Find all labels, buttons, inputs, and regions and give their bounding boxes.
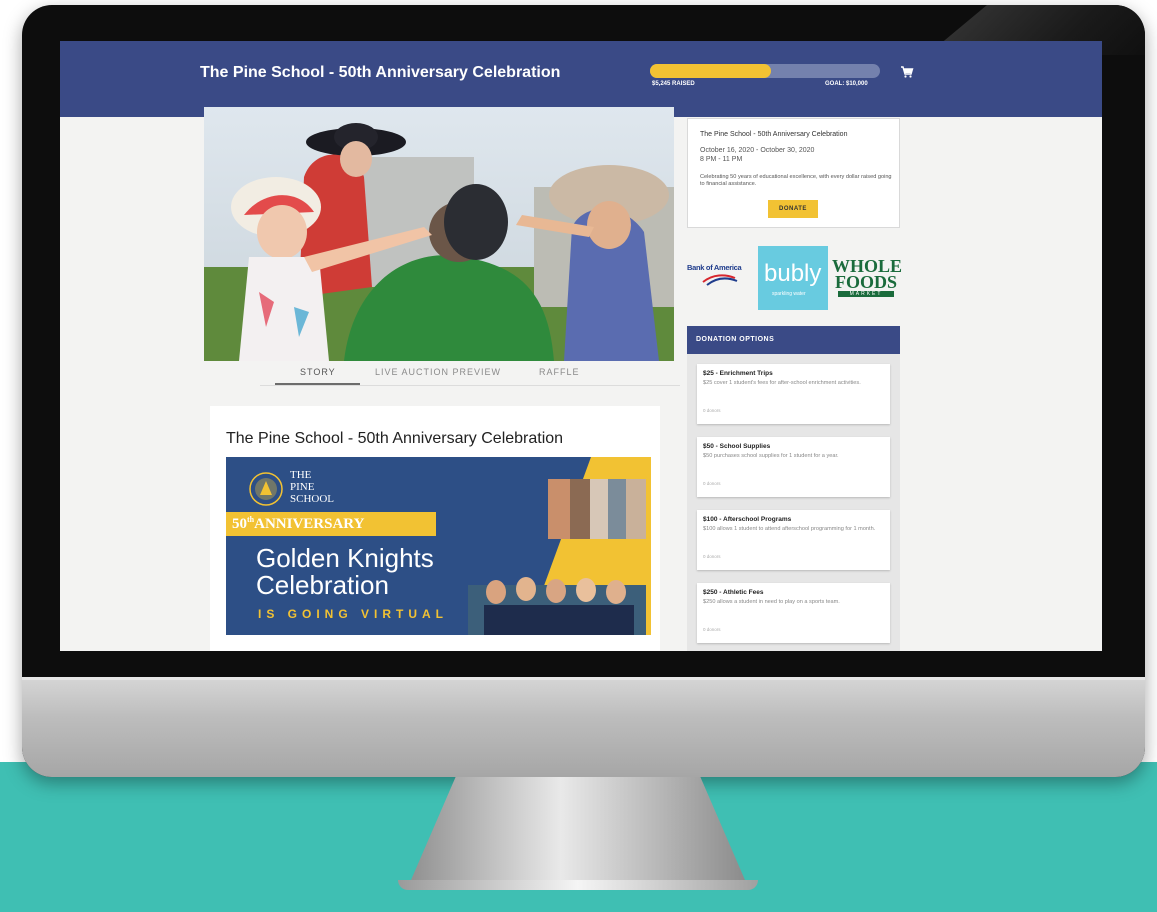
bank-of-america-flag-icon [702,274,738,286]
fundraising-progress-fill [650,64,771,78]
tabs-divider [260,385,680,386]
bank-of-america-logo[interactable]: Bank of America [687,263,755,293]
hero-photo [204,107,674,361]
donation-option-title: $50 - School Supplies [703,443,771,450]
sponsor-logos: Bank of America bubly sparkling water WH… [687,246,902,310]
event-time: 8 PM - 11 PM [700,156,743,163]
monitor-stand-base [398,880,758,890]
bubly-wordmark: bubly [764,260,822,287]
site-title[interactable]: The Pine School - 50th Anniversary Celeb… [200,64,560,82]
donation-option-card[interactable]: $100 - Afterschool Programs $100 allows … [697,510,890,570]
donation-option-title: $25 - Enrichment Trips [703,370,773,377]
banner-anniversary-number: 50 [232,516,247,532]
whole-foods-wordmark-line-2: FOODS [834,272,897,292]
donation-option-card[interactable]: $25 - Enrichment Trips $25 cover 1 stude… [697,364,890,424]
donation-option-title: $250 - Athletic Fees [703,589,764,596]
banner-school-line-3: SCHOOL [290,493,335,505]
fundraising-goal: GOAL: $10,000 [825,81,868,87]
story-card: The Pine School - 50th Anniversary Celeb… [210,406,660,651]
banner-tagline: IS GOING VIRTUAL [258,607,449,621]
tab-live-auction-preview[interactable]: LIVE AUCTION PREVIEW [375,367,501,377]
monitor-chin-edge [22,677,1145,680]
donation-option-donor-count: 0 donors [703,554,721,559]
story-title: The Pine School - 50th Anniversary Celeb… [226,430,564,447]
banner-school-line-2: PINE [290,481,315,493]
banner-anniversary: 50thANNIVERSARY [232,515,364,533]
bank-of-america-wordmark: Bank of America [687,263,742,272]
site-header: The Pine School - 50th Anniversary Celeb… [60,41,1102,117]
event-description: Celebrating 50 years of educational exce… [700,174,892,187]
donate-button[interactable]: DONATE [768,200,818,218]
donation-options-header: DONATION OPTIONS [687,326,900,354]
banner-headline-line-2: Celebration [256,570,389,600]
donation-option-title: $100 - Afterschool Programs [703,516,792,523]
event-info-card: The Pine School - 50th Anniversary Celeb… [687,118,900,228]
event-dates: October 16, 2020 - October 30, 2020 8 PM… [700,146,890,164]
banner-school-line-1: THE [290,469,312,481]
fundraising-progress-bar [650,64,880,78]
banner-school-name: THE PINE SCHOOL [290,469,334,505]
whole-foods-logo[interactable]: WHOLE FOODS MARKET [832,257,902,306]
bubly-tagline: sparkling water [772,291,806,297]
monitor-stand [408,777,748,887]
donation-option-card[interactable]: $50 - School Supplies $50 purchases scho… [697,437,890,497]
amount-raised: $5,245 RAISED [652,81,695,87]
tab-raffle[interactable]: RAFFLE [539,367,580,377]
monitor-screen: The Pine School - 50th Anniversary Celeb… [60,41,1102,651]
donation-option-donor-count: 0 donors [703,481,721,486]
donation-option-donor-count: 0 donors [703,408,721,413]
donation-option-description: $50 purchases school supplies for 1 stud… [703,453,839,459]
banner-anniversary-word: ANNIVERSARY [254,516,365,532]
banner-headline-line-1: Golden Knights [256,543,434,573]
tab-story[interactable]: STORY [300,367,336,377]
donation-option-description: $250 allows a student in need to play on… [703,599,840,605]
donation-option-description: $100 allows 1 student to attend aftersch… [703,526,876,532]
monitor-chin [22,677,1145,777]
donation-option-donor-count: 0 donors [703,627,721,632]
shopping-cart-icon[interactable] [900,65,914,79]
banner-headline: Golden Knights Celebration [256,545,434,599]
donation-option-description: $25 cover 1 student's fees for after-sch… [703,380,861,386]
event-date-range: October 16, 2020 - October 30, 2020 [700,147,815,154]
bubly-logo[interactable]: bubly sparkling water [758,246,828,310]
anniversary-banner: THE PINE SCHOOL 50thANNIVERSARY Golden K… [226,457,651,635]
event-title: The Pine School - 50th Anniversary Celeb… [700,131,848,138]
donation-option-card[interactable]: $250 - Athletic Fees $250 allows a stude… [697,583,890,643]
donation-options-panel: DONATION OPTIONS $25 - Enrichment Trips … [687,326,900,651]
